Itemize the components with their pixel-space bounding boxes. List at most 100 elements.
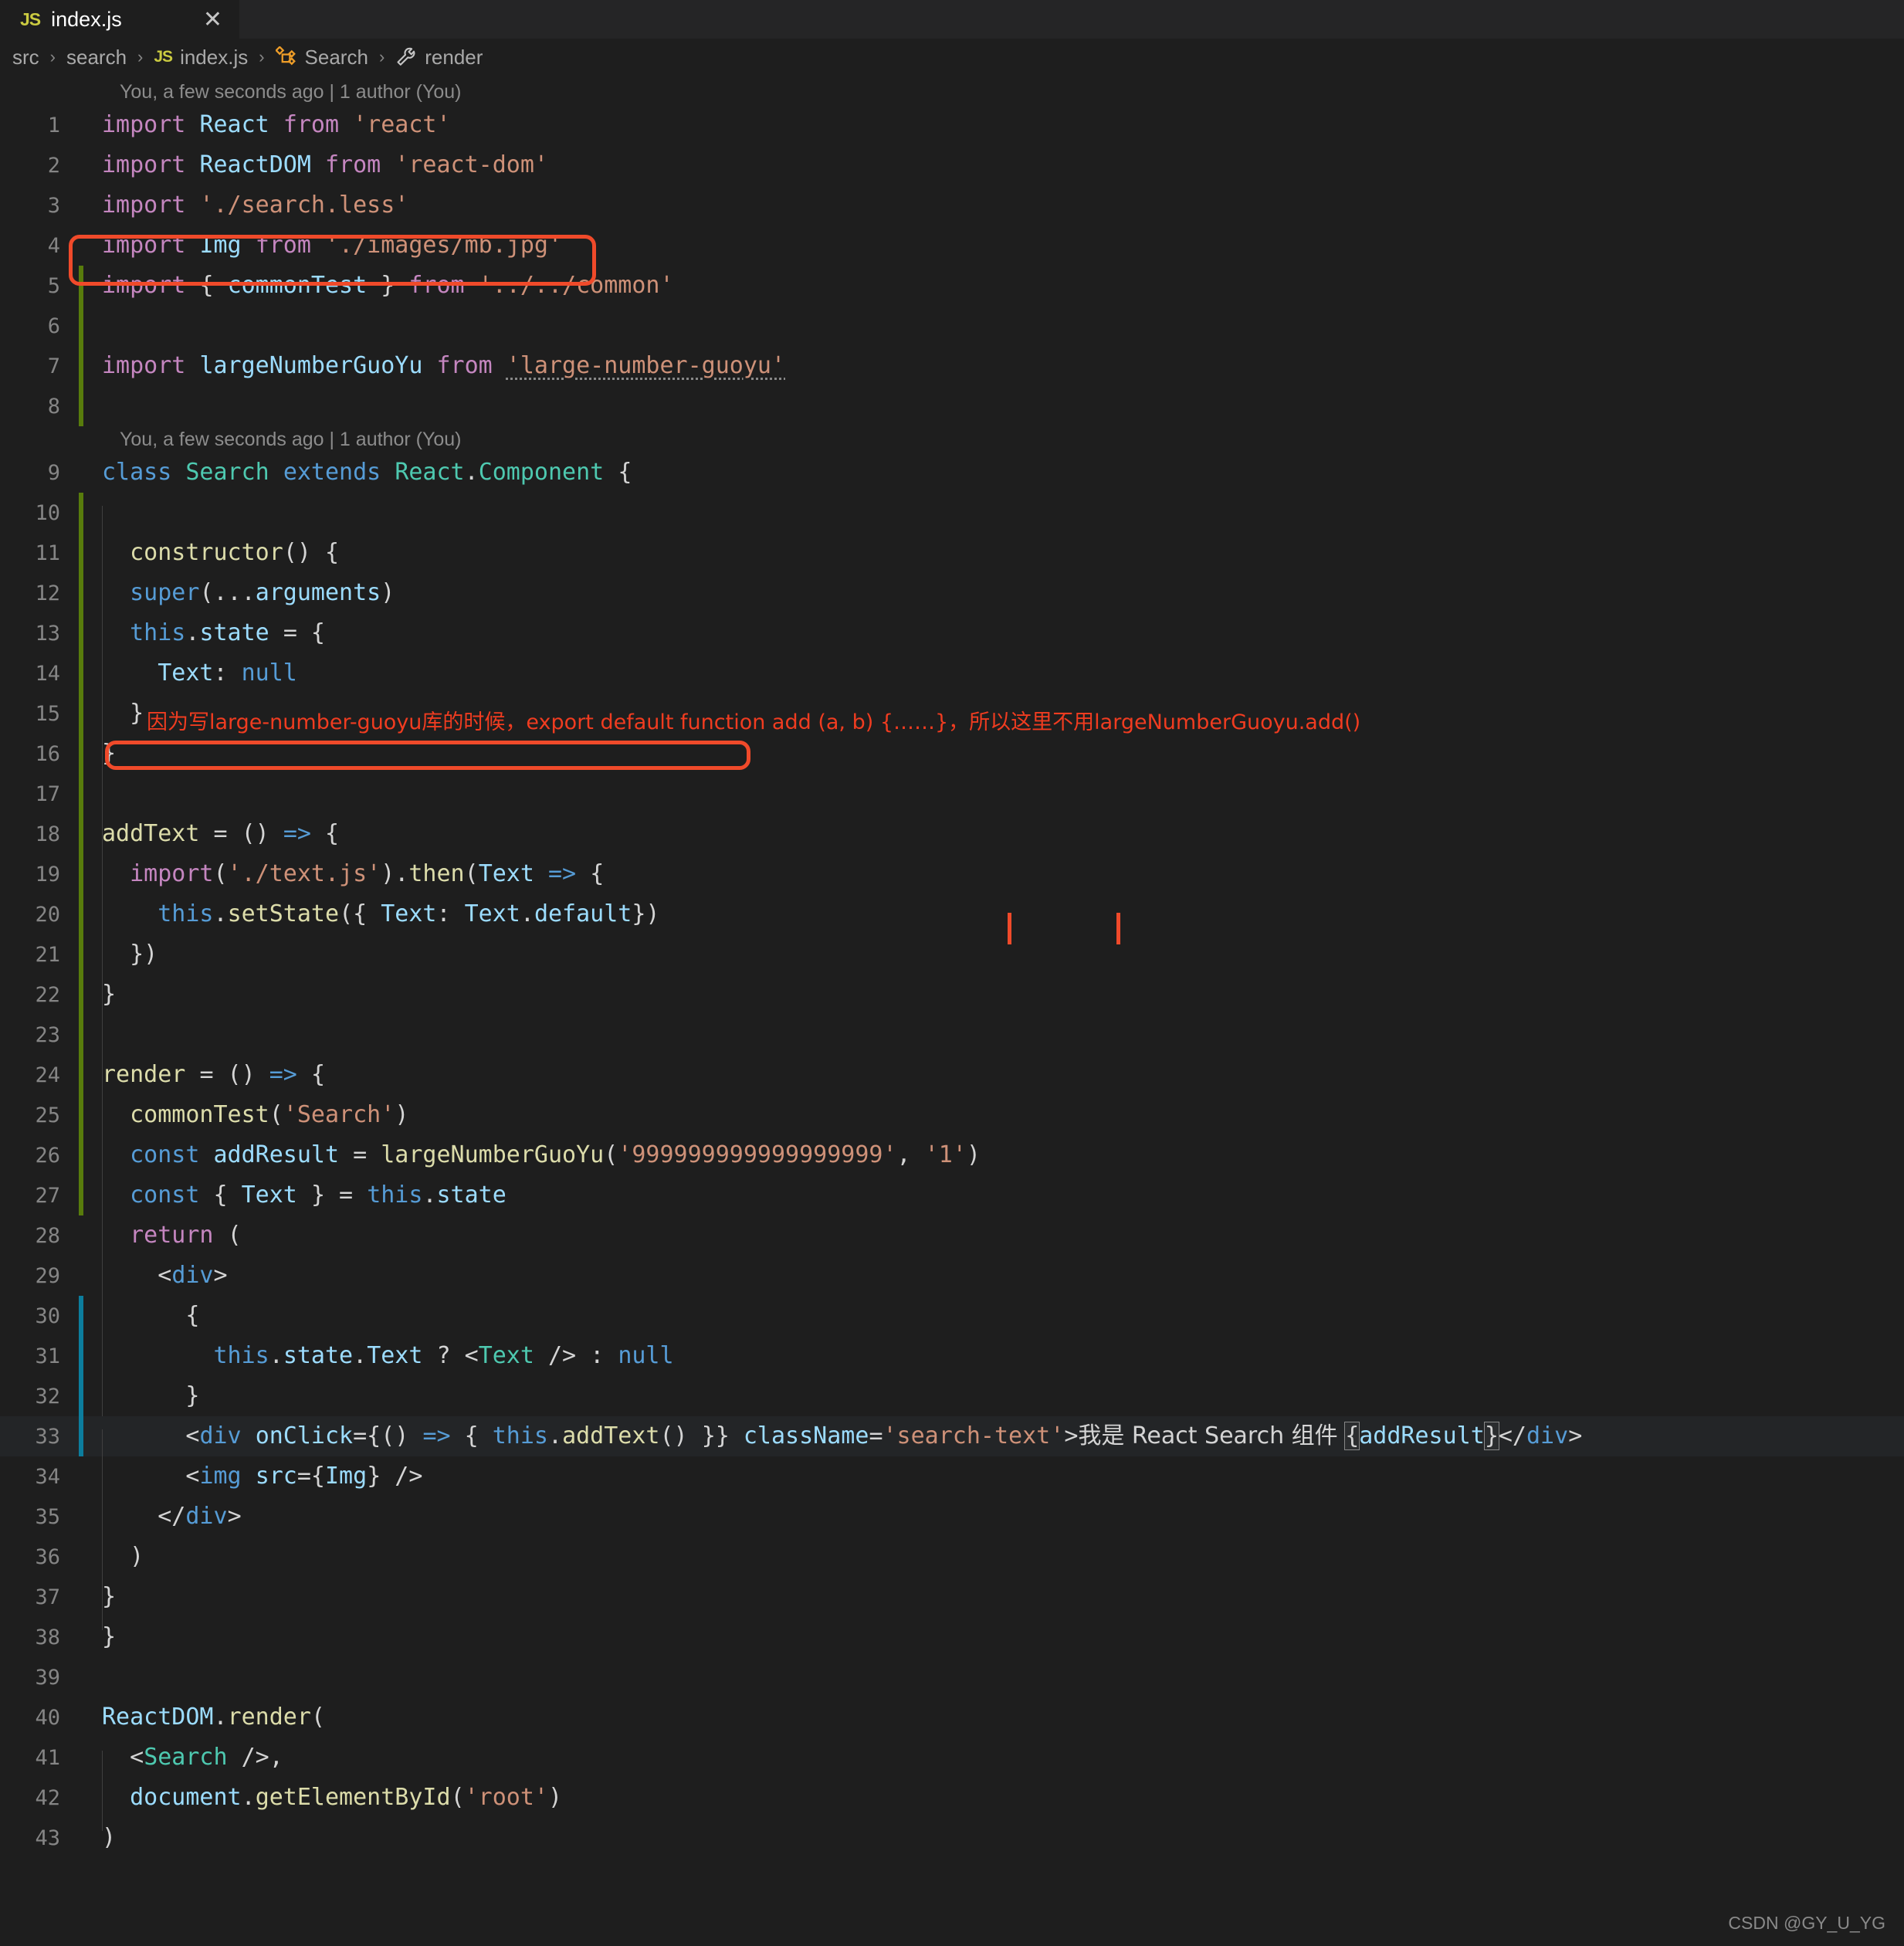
code-text: addText = () => { bbox=[102, 820, 340, 867]
code-line-31[interactable]: 31 this.state.Text ? <Text /> : null bbox=[0, 1336, 1904, 1389]
code-line-27[interactable]: 27 const { Text } = this.state bbox=[0, 1175, 1904, 1229]
code-text: } bbox=[102, 1583, 117, 1630]
code-line-39[interactable]: 39 bbox=[0, 1657, 1904, 1697]
line-number: 39 bbox=[35, 1665, 60, 1690]
code-line-9[interactable]: 9 class Search extends React.Component { bbox=[0, 453, 1904, 493]
line-number: 10 bbox=[35, 500, 60, 525]
line-number: 30 bbox=[35, 1304, 60, 1328]
code-editor[interactable]: You, a few seconds ago | 1 author (You) … bbox=[0, 76, 1904, 1858]
tab-label: index.js bbox=[51, 8, 122, 31]
line-number: 13 bbox=[35, 621, 60, 646]
code-line-35[interactable]: 35 </div> bbox=[0, 1497, 1904, 1550]
code-line-14[interactable]: 14 Text: null bbox=[0, 653, 1904, 707]
line-number: 2 bbox=[47, 153, 60, 178]
line-number: 29 bbox=[35, 1263, 60, 1288]
code-line-36[interactable]: 36 ) bbox=[0, 1537, 1904, 1590]
code-text: } bbox=[102, 1382, 200, 1429]
code-line-24[interactable]: 24 render = () => { bbox=[0, 1055, 1904, 1108]
code-line-26[interactable]: 26 const addResult = largeNumberGuoYu('9… bbox=[0, 1135, 1904, 1188]
code-text: render = () => { bbox=[102, 1061, 325, 1108]
line-number: 37 bbox=[35, 1585, 60, 1609]
code-line-6[interactable]: 6 bbox=[0, 306, 1904, 346]
git-blame-annotation-second: You, a few seconds ago | 1 author (You) bbox=[120, 429, 462, 450]
code-line-7[interactable]: 7 import largeNumberGuoYu from 'large-nu… bbox=[0, 346, 1904, 386]
line-number: 19 bbox=[35, 862, 60, 887]
code-line-12[interactable]: 12 super(...arguments) bbox=[0, 573, 1904, 626]
code-line-11[interactable]: 11 constructor() { bbox=[0, 533, 1904, 586]
code-line-17[interactable]: 17 bbox=[0, 774, 1904, 827]
code-line-43[interactable]: 43 ) bbox=[0, 1818, 1904, 1858]
breadcrumb-item-method-render[interactable]: render bbox=[391, 46, 487, 70]
line-number: 40 bbox=[35, 1705, 60, 1730]
code-line-20[interactable]: 20 this.setState({ Text: Text.default}) bbox=[0, 894, 1904, 948]
code-text: ) bbox=[102, 1824, 117, 1851]
tab-index-js[interactable]: JS index.js ✕ bbox=[0, 0, 239, 39]
code-line-1[interactable]: 1 import React from 'react' bbox=[0, 105, 1904, 145]
line-number: 34 bbox=[35, 1464, 60, 1489]
line-number: 41 bbox=[35, 1745, 60, 1770]
line-number: 16 bbox=[35, 741, 60, 766]
code-text: <div> bbox=[102, 1262, 228, 1309]
code-line-23[interactable]: 23 bbox=[0, 1015, 1904, 1068]
line-number: 27 bbox=[35, 1183, 60, 1208]
annotation-note: 因为写large-number-guoyu库的时候，export default… bbox=[147, 710, 1361, 734]
line-number: 22 bbox=[35, 982, 60, 1007]
code-line-4[interactable]: 4 import Img from './images/mb.jpg' bbox=[0, 225, 1904, 266]
code-text: import ReactDOM from 'react-dom' bbox=[102, 151, 548, 178]
code-text: } bbox=[102, 1623, 117, 1650]
line-number: 25 bbox=[35, 1103, 60, 1127]
line-number: 15 bbox=[35, 701, 60, 726]
code-line-10[interactable]: 10 bbox=[0, 493, 1904, 546]
code-line-37[interactable]: 37 } bbox=[0, 1577, 1904, 1630]
code-line-41[interactable]: 41 <Search />, bbox=[0, 1738, 1904, 1791]
line-number: 1 bbox=[47, 113, 60, 137]
code-line-25[interactable]: 25 commonTest('Search') bbox=[0, 1095, 1904, 1148]
code-line-30[interactable]: 30 { bbox=[0, 1296, 1904, 1349]
code-line-3[interactable]: 3 import './search.less' bbox=[0, 185, 1904, 225]
code-line-18[interactable]: 18 addText = () => { bbox=[0, 814, 1904, 867]
code-text: this.setState({ Text: Text.default}) bbox=[102, 900, 660, 948]
breadcrumb-separator: › bbox=[49, 47, 56, 66]
code-line-40[interactable]: 40 ReactDOM.render( bbox=[0, 1697, 1904, 1738]
breadcrumb-label: index.js bbox=[180, 45, 249, 69]
code-line-33[interactable]: 33 <div onClick={() => { this.addText() … bbox=[0, 1416, 1904, 1470]
close-icon[interactable]: ✕ bbox=[180, 8, 222, 32]
code-line-13[interactable]: 13 this.state = { bbox=[0, 613, 1904, 666]
code-line-34[interactable]: 34 <img src={Img} /> bbox=[0, 1456, 1904, 1510]
code-line-19[interactable]: 19 import('./text.js').then(Text => { bbox=[0, 854, 1904, 907]
code-line-42[interactable]: 42 document.getElementById('root') bbox=[0, 1778, 1904, 1831]
code-line-8[interactable]: 8 bbox=[0, 386, 1904, 426]
line-number: 18 bbox=[35, 822, 60, 846]
code-line-16[interactable]: 16 } bbox=[0, 734, 1904, 787]
breadcrumb-item-src[interactable]: src bbox=[8, 46, 44, 70]
line-number: 28 bbox=[35, 1223, 60, 1248]
line-number: 43 bbox=[35, 1826, 60, 1850]
breadcrumb-label: render bbox=[425, 45, 483, 69]
breadcrumb-item-search[interactable]: search bbox=[62, 46, 131, 70]
js-file-icon: JS bbox=[20, 9, 41, 29]
code-text: import React from 'react' bbox=[102, 111, 451, 138]
code-line-38[interactable]: 38 } bbox=[0, 1617, 1904, 1657]
breadcrumb-item-index-js[interactable]: JS index.js bbox=[149, 46, 252, 70]
code-line-29[interactable]: 29 <div> bbox=[0, 1256, 1904, 1309]
line-number: 11 bbox=[35, 541, 60, 565]
code-line-28[interactable]: 28 return ( bbox=[0, 1215, 1904, 1269]
code-line-32[interactable]: 32 } bbox=[0, 1376, 1904, 1429]
breadcrumb-separator: › bbox=[137, 47, 144, 66]
code-line-21[interactable]: 21 }) bbox=[0, 934, 1904, 988]
code-line-5[interactable]: 5 import { commonTest } from '../../comm… bbox=[0, 266, 1904, 306]
js-file-icon: JS bbox=[154, 48, 173, 66]
code-line-2[interactable]: 2 import ReactDOM from 'react-dom' bbox=[0, 145, 1904, 185]
line-number: 24 bbox=[35, 1063, 60, 1087]
code-text: { bbox=[102, 1302, 200, 1349]
code-text: <img src={Img} /> bbox=[102, 1463, 423, 1510]
line-number: 35 bbox=[35, 1504, 60, 1529]
change-indicator bbox=[79, 386, 83, 426]
line-number: 33 bbox=[35, 1424, 60, 1449]
breadcrumb-item-class-search[interactable]: Search bbox=[271, 46, 373, 70]
line-number: 17 bbox=[35, 781, 60, 806]
line-number: 4 bbox=[47, 233, 60, 258]
code-line-22[interactable]: 22 } bbox=[0, 975, 1904, 1028]
code-text bbox=[83, 493, 103, 546]
code-text: import './search.less' bbox=[102, 192, 409, 219]
